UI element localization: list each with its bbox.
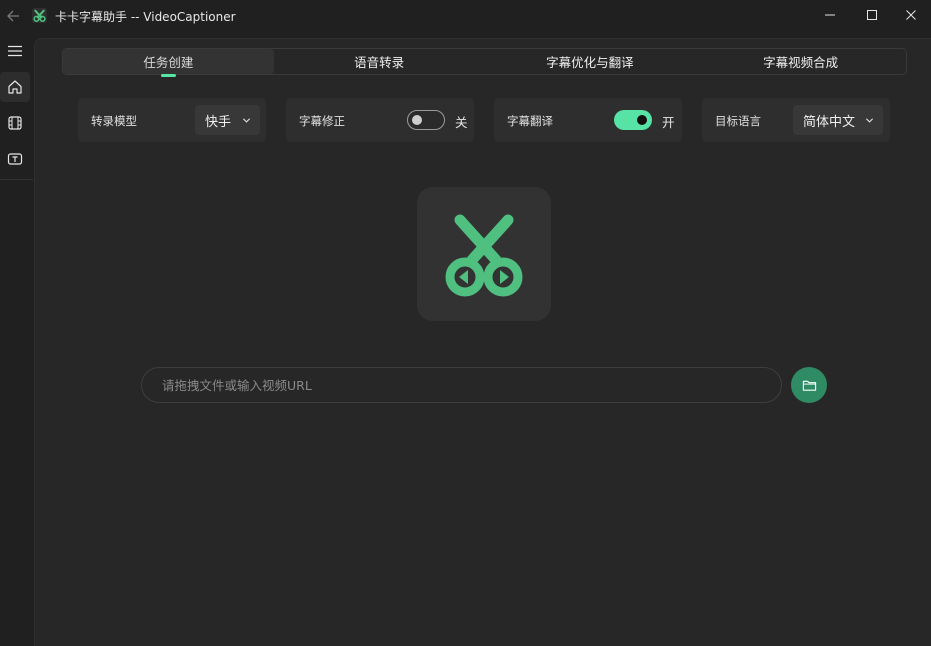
menu-button[interactable] (0, 36, 30, 66)
sidebar-item-home[interactable] (0, 72, 30, 102)
subtitle-translate-card: 字幕翻译 开 (494, 98, 682, 142)
tab-bar: 任务创建 语音转录 字幕优化与翻译 字幕视频合成 (62, 48, 907, 77)
transcribe-model-value: 快手 (205, 114, 232, 130)
tab-subtitle-optimize[interactable]: 字幕优化与翻译 (485, 49, 696, 74)
folder-icon (802, 380, 816, 391)
sidebar-item-video[interactable] (0, 108, 30, 138)
toggle-knob (412, 115, 422, 125)
sidebar-item-subtitle[interactable] (0, 144, 30, 174)
open-folder-button[interactable] (791, 367, 827, 403)
subtitle-fix-toggle[interactable] (407, 110, 445, 130)
subtitle-fix-card: 字幕修正 关 (286, 98, 474, 142)
target-language-select[interactable]: 简体中文 (793, 105, 883, 135)
tab-task-create[interactable]: 任务创建 (63, 49, 274, 77)
main-panel: 任务创建 语音转录 字幕优化与翻译 字幕视频合成 转录模型 快手 字幕修正 关 … (34, 38, 931, 646)
home-icon (8, 80, 22, 94)
close-icon (906, 10, 916, 20)
scissors-play-icon (445, 214, 523, 297)
file-url-input[interactable] (141, 367, 782, 403)
transcribe-model-label: 转录模型 (91, 114, 137, 128)
subtitle-translate-label: 字幕翻译 (507, 114, 553, 128)
maximize-icon (867, 10, 877, 20)
close-button[interactable] (888, 0, 931, 30)
transcribe-model-card: 转录模型 快手 (78, 98, 266, 142)
target-language-card: 目标语言 简体中文 (702, 98, 890, 142)
target-language-value: 简体中文 (803, 114, 856, 130)
sidebar (0, 32, 33, 646)
tab-speech-transcribe[interactable]: 语音转录 (274, 49, 485, 74)
target-language-label: 目标语言 (715, 114, 761, 128)
minimize-button[interactable] (807, 0, 853, 30)
chevron-down-icon (865, 118, 874, 123)
chevron-down-icon (242, 118, 251, 123)
window-title: 卡卡字幕助手 -- VideoCaptioner (55, 10, 236, 24)
subtitle-fix-label: 字幕修正 (299, 114, 345, 128)
minimize-icon (825, 14, 835, 16)
subtitle-icon (7, 153, 23, 165)
subtitle-fix-state: 关 (455, 115, 468, 130)
film-icon (8, 116, 22, 130)
subtitle-translate-state: 开 (662, 115, 675, 130)
transcribe-model-select[interactable]: 快手 (195, 105, 260, 135)
title-bar: 卡卡字幕助手 -- VideoCaptioner (0, 0, 931, 32)
sidebar-divider (0, 179, 33, 180)
hamburger-icon (8, 45, 22, 57)
toggle-knob (637, 115, 647, 125)
arrow-left-icon[interactable] (4, 7, 22, 25)
tab-video-synthesis[interactable]: 字幕视频合成 (695, 49, 906, 74)
subtitle-translate-toggle[interactable] (614, 110, 652, 130)
app-logo (417, 187, 551, 321)
scissors-icon (32, 8, 47, 23)
